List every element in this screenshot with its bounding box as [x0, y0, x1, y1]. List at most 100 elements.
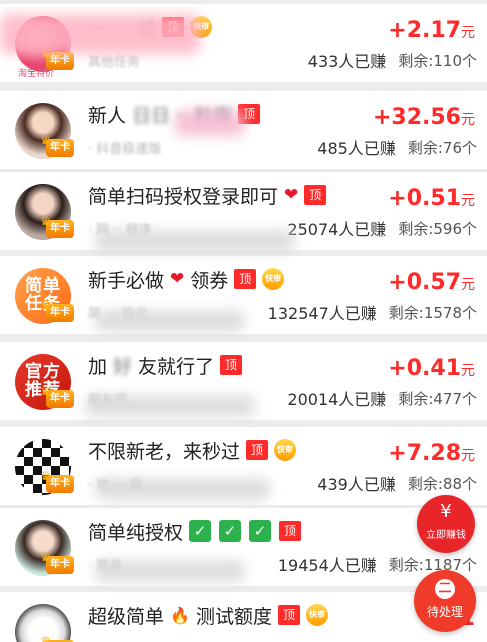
- privacy-blur: [0, 14, 200, 54]
- remaining-count: 剩余:477个: [398, 389, 477, 408]
- task-title-suffix: 领券: [190, 269, 229, 292]
- task-title-line: 新手必做 ❤ 领券顶快审: [88, 264, 285, 294]
- pin-top-badge: 顶: [304, 185, 327, 205]
- reward-unit: 元: [461, 363, 475, 379]
- privacy-blur: [95, 230, 295, 252]
- pin-top-badge: 顶: [234, 269, 257, 289]
- task-subtitle: · 抖音极速版: [88, 141, 162, 157]
- task-title-line: 简单纯授权 ✓ ✓ ✓ 顶: [88, 516, 302, 546]
- reward-unit: 元: [461, 193, 475, 209]
- annual-card-badge: ♛年卡: [40, 133, 74, 157]
- earned-count: 25074人已赚: [287, 220, 387, 239]
- annual-card-badge: ♛年卡: [40, 550, 74, 574]
- task-title: 新手必做: [88, 269, 165, 292]
- task-title: 超级简单: [88, 605, 165, 628]
- task-reward: +0.57元: [388, 270, 475, 295]
- task-title: 简单纯授权: [88, 521, 184, 544]
- earned-count: 485人已赚: [317, 139, 396, 158]
- pending-label: 待处理: [426, 605, 463, 619]
- annual-card-badge: ♛年卡: [40, 298, 74, 322]
- reward-amount: +7.28: [388, 441, 461, 466]
- check-icon: ✓: [189, 520, 212, 542]
- task-title: 不限新老，来秒过: [88, 440, 241, 463]
- task-title-suffix: 测试额度: [195, 605, 272, 628]
- remaining-count: 剩余:88个: [407, 474, 477, 493]
- task-meta-line: [88, 636, 477, 642]
- annual-card-label: 年卡: [50, 393, 70, 404]
- heart-icon: ❤: [170, 269, 185, 289]
- task-title-line: 加好友就行了顶: [88, 350, 243, 380]
- task-meta-line: · 抖音极速版 485人已赚 剩余:76个: [88, 135, 477, 159]
- annual-card-label: 年卡: [50, 307, 70, 318]
- annual-card-label: 年卡: [50, 142, 70, 153]
- reward-amount: +0.51: [388, 186, 461, 211]
- earned-count: 439人已赚: [317, 475, 396, 494]
- annual-card-label: 年卡: [50, 55, 70, 66]
- task-reward: +7.28元: [388, 441, 475, 466]
- pending-button[interactable]: 二 待处理: [414, 570, 476, 632]
- annual-card-label: 年卡: [50, 478, 70, 489]
- reward-unit: 元: [461, 277, 475, 293]
- annual-card-badge: ♛年卡: [40, 214, 74, 238]
- task-title-line: 超级简单 🔥 测试额度顶快审: [88, 600, 328, 630]
- crown-icon: ♛: [40, 384, 51, 398]
- crown-icon: ♛: [40, 298, 51, 312]
- task-title-line: 简单扫码授权登录即可 ❤ 顶: [88, 180, 327, 210]
- pin-top-badge: 顶: [279, 521, 302, 541]
- earned-count: 433人已赚: [307, 52, 387, 71]
- task-reward: +0.51元: [388, 186, 475, 211]
- reward-unit: 元: [461, 25, 475, 41]
- earned-count: 20014人已赚: [287, 390, 387, 409]
- task-reward: +32.56元: [373, 105, 475, 130]
- remaining-count: 剩余:76个: [407, 138, 477, 157]
- pending-icon: 二: [435, 579, 455, 599]
- earned-count: 132547人已赚: [267, 304, 377, 323]
- reward-amount: +0.57: [388, 270, 461, 295]
- earn-now-label: 立即赚钱: [426, 530, 466, 541]
- yuan-icon: ¥: [440, 501, 452, 522]
- remaining-count: 剩余:1578个: [388, 303, 477, 322]
- reward-unit: 元: [461, 112, 475, 128]
- task-reward: +0.41元: [388, 356, 475, 381]
- task-title-blurred: 好: [113, 355, 133, 378]
- pin-top-badge: 顶: [220, 355, 243, 375]
- check-icon: ✓: [249, 520, 272, 542]
- task-title-line: 不限新老，来秒过顶快审: [88, 435, 297, 465]
- earned-count: 19454人已赚: [277, 556, 377, 575]
- annual-card-label: 年卡: [50, 559, 70, 570]
- crown-icon: ♛: [40, 133, 51, 147]
- annual-card-badge: ♛年卡: [40, 469, 74, 493]
- fast-review-badge: 快审: [262, 268, 285, 290]
- task-title: 简单扫码授权登录即可: [88, 185, 279, 208]
- crown-icon: ♛: [40, 634, 51, 642]
- task-title: 加: [88, 355, 108, 378]
- remaining-count: 剩余:110个: [398, 51, 477, 70]
- annual-card-badge: ♛年卡: [40, 46, 74, 70]
- pin-top-badge: 顶: [246, 440, 269, 460]
- task-reward: +2.17元: [388, 18, 475, 43]
- privacy-blur: [95, 560, 245, 582]
- privacy-blur: [85, 395, 255, 417]
- reward-amount: +32.56: [372, 105, 461, 130]
- pin-top-badge: 顶: [277, 605, 300, 625]
- task-title-suffix: 友就行了: [138, 355, 215, 378]
- privacy-blur: [95, 310, 245, 332]
- task-title: 新人: [88, 104, 127, 127]
- fire-icon: 🔥: [170, 605, 190, 625]
- heart-icon: ❤: [284, 185, 299, 205]
- reward-amount: +2.17: [388, 18, 461, 43]
- privacy-blur: [95, 478, 270, 500]
- crown-icon: ♛: [40, 469, 51, 483]
- earn-now-button[interactable]: ¥ 立即赚钱: [417, 495, 475, 553]
- reward-amount: +0.41: [388, 356, 461, 381]
- crown-icon: ♛: [40, 214, 51, 228]
- annual-card-badge: ♛年卡: [40, 384, 74, 408]
- reward-unit: 元: [461, 448, 475, 464]
- crown-icon: ♛: [40, 550, 51, 564]
- privacy-blur: [175, 110, 245, 136]
- annual-card-label: 年卡: [50, 223, 70, 234]
- fast-review-badge: 快审: [305, 604, 328, 626]
- remaining-count: 剩余:596个: [398, 219, 477, 238]
- check-icon: ✓: [219, 520, 242, 542]
- fast-review-badge: 快审: [274, 439, 297, 461]
